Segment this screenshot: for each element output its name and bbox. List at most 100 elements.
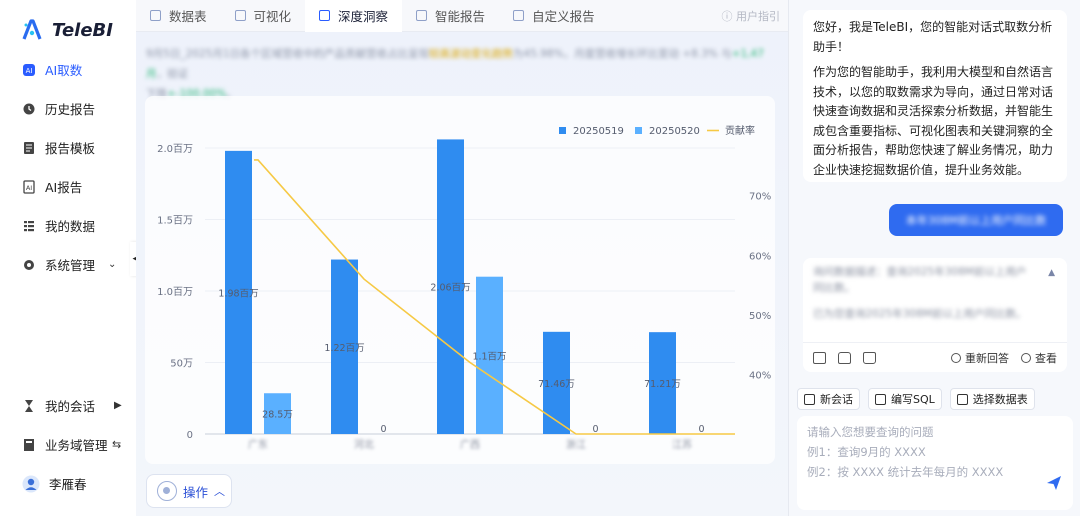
sidebar-nav: AI AI取数 历史报告 报告模板 AI AI报告 我的数据 系统管理 ⌄ [0,50,136,284]
eye-icon [1021,352,1031,363]
send-icon[interactable] [1045,474,1063,492]
report-icon [416,10,428,21]
summary-text: 9月5日_2025月1日各个区域营收中的产品贡献营收占比呈现 [146,48,430,60]
intro-text: 作为您的智能助手，我利用大模型和自然语言技术，以您的取数需求为导向，通过日常对话… [813,65,1054,177]
sidebar-item-label: 业务域管理 [45,438,108,453]
custom-report-icon [513,10,525,21]
user-guide-link[interactable]: ⓘ 用户指引 [722,8,781,24]
legend-label: 20250519 [573,126,624,137]
tab-label: 数据表 [169,9,207,24]
avatar [22,475,40,493]
user-name: 李雁春 [49,477,87,492]
sidebar-item-label: AI取数 [45,63,83,78]
table-select-icon [956,393,968,405]
x-axis-tick-label: 广东 [248,438,268,451]
sidebar-item-history[interactable]: 历史报告 [0,89,136,128]
sidebar-item-system[interactable]: 系统管理 ⌄ [0,245,136,284]
tab-custom-report[interactable]: 自定义报告 [499,0,609,32]
tab-label: 深度洞察 [338,9,389,24]
summary-text: ，验证 [156,68,189,80]
data-label: 71.21万 [644,379,681,390]
ai-answer-card: 询问数据描述：查询2025年308M前以上用户同比数。 已为您查询2025年30… [803,258,1067,372]
refresh-icon [951,352,961,363]
sidebar-item-label: 报告模板 [45,141,96,156]
swap-icon[interactable]: ⇆ [112,438,121,451]
sidebar-item-templates[interactable]: 报告模板 [0,128,136,167]
thumbs-up-icon[interactable] [838,351,851,364]
answer-text: 询问数据描述：查询2025年308M前以上用户同比数。 [813,266,1027,294]
domain-icon [22,438,36,452]
svg-text:AI: AI [26,184,32,192]
user-profile[interactable]: 李雁春 [0,464,136,503]
tab-label: 智能报告 [435,9,486,24]
sql-icon [875,393,886,405]
help-label: 用户指引 [736,9,780,23]
sidebar-item-ai-report[interactable]: AI AI报告 [0,167,136,206]
tab-insight[interactable]: 深度洞察 [305,0,403,32]
collapse-caret-icon[interactable]: ▲ [1048,268,1055,278]
insight-summary: 9月5日_2025月1日各个区域营收中的产品贡献营收占比呈现较高波动变化趋势为4… [146,44,776,100]
bar-line-chart: 0 50万 1.0百万 1.5百万 2.0百万 40% 50% 60% 70% 1.98百万 28.… [157,124,771,451]
legend-label: 20250520 [649,126,700,137]
hourglass-icon [22,399,36,413]
legend-swatch [635,127,642,134]
y-right-tick-label: 60% [749,251,771,262]
caret-right-icon: ▶ [114,400,122,411]
sidebar-item-label: 系统管理 [45,258,96,273]
template-icon [22,141,36,155]
input-placeholder: 例2：按 XXXX 统计去年每月的 XXXX [807,465,1004,479]
y-axis-tick-label: 1.5百万 [157,215,193,227]
write-sql-button[interactable]: 编写SQL [868,388,942,410]
chat-panel: 您好，我是TeleBI，您的智能对话式取数分析助手！ 作为您的智能助手，我利用大… [788,0,1080,516]
main-content: 数据表 可视化 深度洞察 智能报告 自定义报告 ⓘ 用户指引 9月5日_2025… [136,0,788,516]
y-axis-tick-label: 2.0百万 [157,143,193,155]
summary-highlight: 较高波动变化趋势 [429,48,514,60]
data-label: 1.22百万 [324,343,364,354]
y-axis-tick-label: 0 [187,430,193,441]
operate-button[interactable]: 操作 ︿ [146,474,232,508]
help-icon: ⓘ [721,9,733,23]
tab-smart-report[interactable]: 智能报告 [402,0,499,32]
sidebar-item-my-data[interactable]: 我的数据 [0,206,136,245]
data-label: 71.46万 [538,379,575,390]
x-axis-tick-label: 浙江 [566,439,586,451]
thumbs-down-icon[interactable] [863,351,876,364]
tab-visualize[interactable]: 可视化 [221,0,306,32]
new-chat-button[interactable]: 新会话 [797,388,860,410]
answer-body: 询问数据描述：查询2025年308M前以上用户同比数。 已为您查询2025年30… [803,258,1067,328]
telebi-logo-icon [20,18,44,42]
sidebar-item-sessions[interactable]: 我的会话 ▶ [0,386,136,425]
sidebar-item-ai-query[interactable]: AI AI取数 [0,50,136,89]
summary-text: 为45.98%，月度营收增长环比变动 +8.3% 与 [513,48,732,60]
quick-label: 新会话 [820,393,853,406]
operate-label: 操作 [183,484,209,500]
tab-label: 自定义报告 [532,9,595,24]
data-label: 2.06百万 [430,283,470,294]
user-message: 本年308M前以上用户同比数 [889,204,1063,236]
regenerate-label: 重新回答 [965,351,1009,365]
view-tabs: 数据表 可视化 深度洞察 智能报告 自定义报告 ⓘ 用户指引 [136,0,788,32]
sidebar-item-label: 我的数据 [45,219,96,234]
clock-icon [22,102,36,116]
data-label: 28.5万 [262,410,293,421]
greeting-text: 您好，我是TeleBI，您的智能对话式取数分析助手！ [813,20,1053,54]
x-axis-tick-label: 河北 [354,439,374,451]
settings-icon [22,258,36,272]
select-table-button[interactable]: 选择数据表 [949,388,1035,410]
legend-swatch [559,127,566,134]
ai-greeting-message: 您好，我是TeleBI，您的智能对话式取数分析助手！ 作为您的智能助手，我利用大… [803,10,1067,182]
sidebar-item-domain[interactable]: 业务域管理 ⇆ [0,425,136,464]
tab-datatable[interactable]: 数据表 [136,0,221,32]
view-button[interactable]: 查看 [1021,350,1057,366]
copy-icon[interactable] [813,351,826,364]
svg-text:AI: AI [26,67,33,75]
chevron-down-icon: ⌄ [108,259,117,270]
table-icon [150,10,161,21]
regenerate-button[interactable]: 重新回答 [951,350,1009,366]
chat-input[interactable]: 请输入您想要查询的问题 例1：查询9月的 XXXX 例2：按 XXXX 统计去年… [797,416,1073,510]
quick-actions: 新会话 编写SQL 选择数据表 [797,388,1035,410]
logo: TeleBI [20,18,113,42]
input-placeholder: 例1：查询9月的 XXXX [807,445,926,459]
new-chat-icon [804,393,815,405]
app-name: TeleBI [52,19,113,41]
